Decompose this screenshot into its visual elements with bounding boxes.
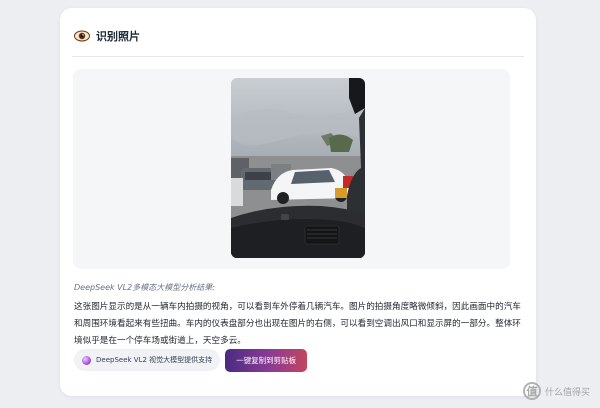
model-logo-icon <box>82 355 91 365</box>
model-badge-label: DeepSeek VL2 视觉大模型提供支持 <box>96 356 213 364</box>
card-footer: DeepSeek VL2 视觉大模型提供支持 一键复制到剪贴板 <box>74 347 308 373</box>
header-divider <box>72 56 524 57</box>
analysis-caption: DeepSeek VL2多模态大模型分析结果: <box>74 283 215 292</box>
watermark-logo-icon: 值 <box>522 382 541 400</box>
watermark-text: 什么值得买 <box>544 387 590 398</box>
result-card: 识别照片 DeepSeek VL2多模态大模型分析结果: 这张图片显示的是从一辆… <box>60 8 536 396</box>
model-badge: DeepSeek VL2 视觉大模型提供支持 <box>74 349 221 371</box>
eye-icon <box>74 30 90 42</box>
image-preview-panel <box>73 69 510 269</box>
site-watermark: 值 什么值得买 <box>522 382 590 400</box>
uploaded-photo <box>231 78 365 258</box>
analysis-result-text: 这张图片显示的是从一辆车内拍摄的视角，可以看到车外停着几辆汽车。图片的拍摄角度略… <box>74 302 521 346</box>
card-title: 识别照片 <box>96 30 140 43</box>
card-header: 识别照片 <box>74 24 522 48</box>
copy-to-clipboard-button[interactable]: 一键复制到剪贴板 <box>225 348 308 372</box>
